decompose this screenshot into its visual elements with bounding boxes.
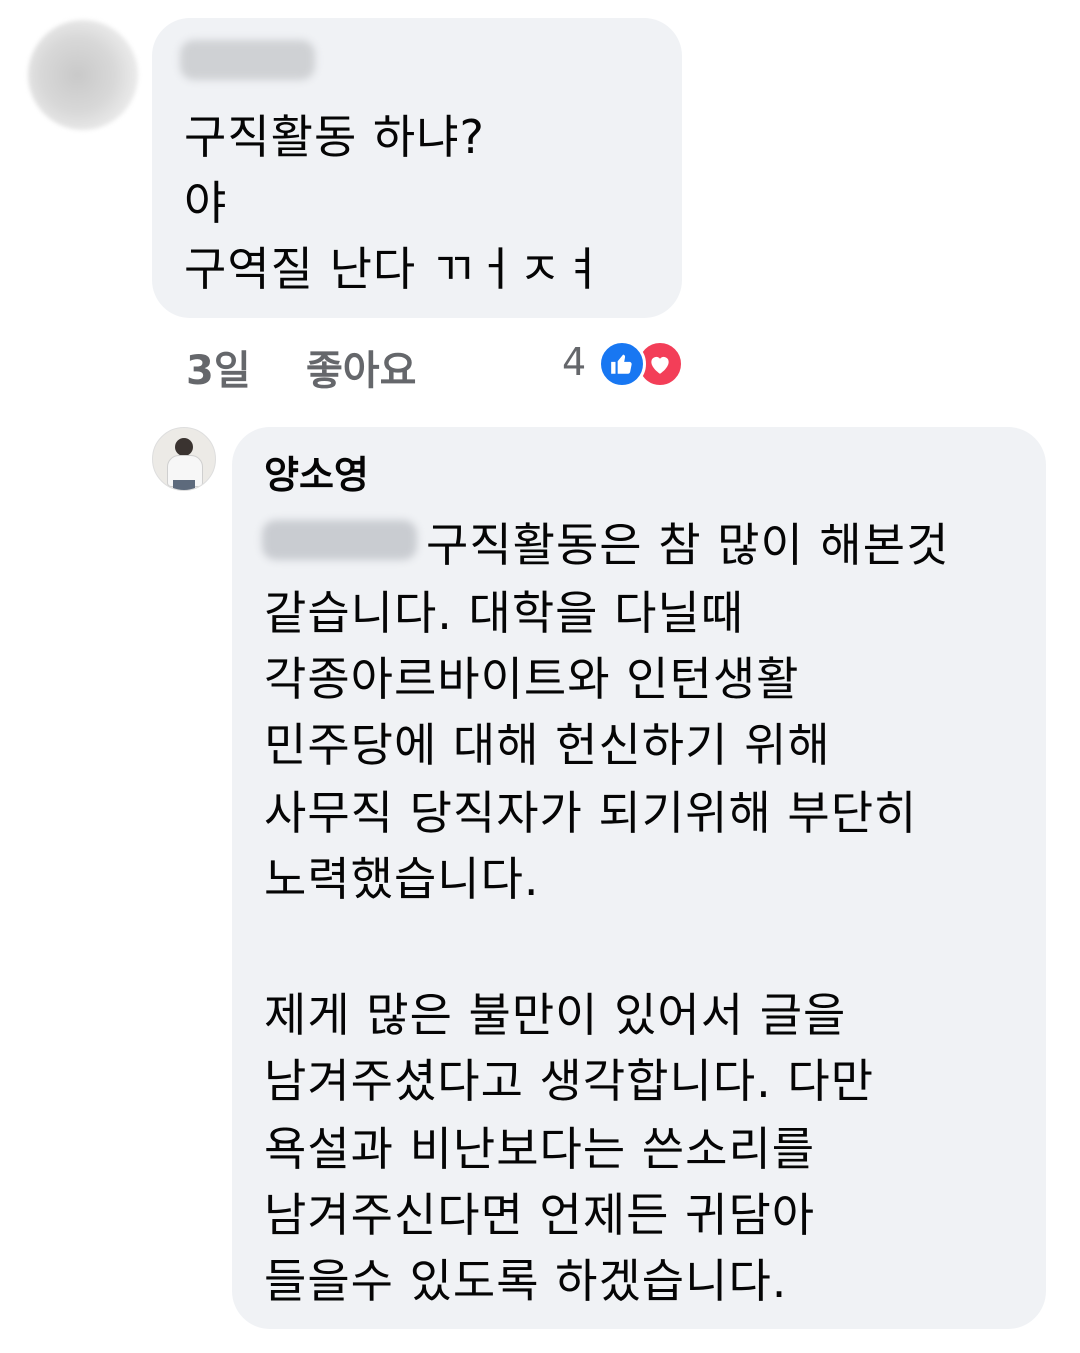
reply-text-line: 민주당에 대해 헌신하기 위해 <box>264 718 831 772</box>
reply-text-line: 제게 많은 불만이 있어서 글을 <box>264 988 847 1042</box>
reply-text-line: 각종아르바이트와 인턴생활 <box>264 652 800 706</box>
reply-text-line: 들을수 있도록 하겠습니다. <box>264 1254 788 1308</box>
reply-text-line: 노력했습니다. <box>264 852 540 906</box>
reaction-count[interactable]: 4 <box>562 340 586 384</box>
reply-author-avatar[interactable] <box>152 427 216 491</box>
reply-text-line: 남겨주셨다고 생각합니다. 다만 <box>264 1054 875 1108</box>
like-icon[interactable] <box>598 340 646 388</box>
comment-time[interactable]: 3일 <box>186 338 251 396</box>
commenter-avatar[interactable] <box>28 20 138 130</box>
reply-text-line: 구직활동은 참 많이 해본것 <box>426 518 950 572</box>
comment-text-line: 구직활동 하냐? <box>184 110 485 164</box>
reply-text-line: 욕설과 비난보다는 쓴소리를 <box>264 1122 816 1176</box>
avatar-figure-head <box>175 438 193 456</box>
comment-text-line: 구역질 난다 ㄲㅓㅈㅕ <box>184 242 606 296</box>
reply-text-line: 사무직 당직자가 되기위해 부단히 <box>264 786 918 840</box>
comment-text-line: 야 <box>184 176 228 230</box>
reply-text-line: 남겨주신다면 언제든 귀담아 <box>264 1188 816 1242</box>
reply-author-name[interactable]: 양소영 <box>264 444 369 499</box>
commenter-name-redacted[interactable] <box>180 40 315 80</box>
reply-text-line: 같습니다. 대학을 다닐때 <box>264 586 745 640</box>
like-button[interactable]: 좋아요 <box>306 338 416 396</box>
avatar-figure-legs <box>173 480 195 490</box>
mentioned-name-redacted[interactable] <box>262 520 417 560</box>
